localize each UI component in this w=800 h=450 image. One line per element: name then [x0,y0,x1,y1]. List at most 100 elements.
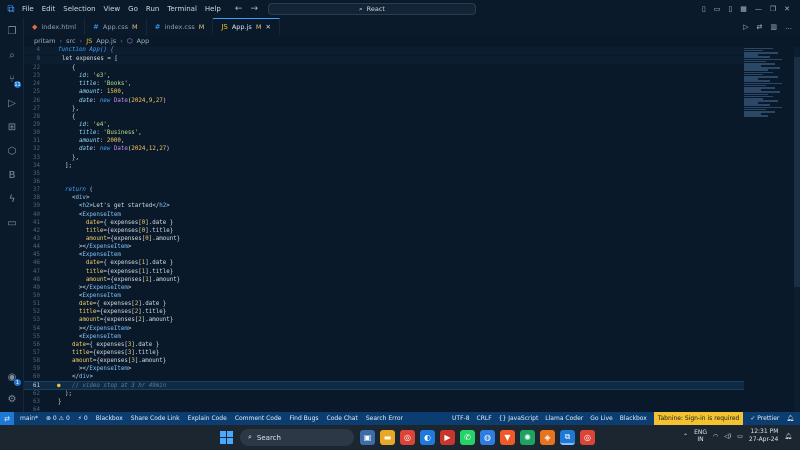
code-line[interactable]: 27 }, [24,105,744,113]
code-line[interactable]: 63} [24,398,744,406]
postman-icon[interactable]: ◈ [540,430,555,445]
task-view-icon[interactable]: ▣ [360,430,375,445]
code-line[interactable]: 59 ></ExpenseItem> [24,365,744,373]
problems-count[interactable]: ⊗ 0 ⚠ 0 [46,415,70,422]
code-line[interactable]: 40 <ExpenseItem [24,211,744,219]
code-line[interactable]: 26 date: new Date(2024,9,27) [24,97,744,105]
chevron-up-icon[interactable]: ⌃ [683,433,688,440]
code-line[interactable]: 47 title={expenses[1].title} [24,268,744,276]
code-line[interactable]: 24 title: 'Books', [24,80,744,88]
code-line[interactable]: 23 id: 'e3', [24,72,744,80]
notifications-bell-icon[interactable]: 🔔︎ [786,415,800,422]
ports-count[interactable]: ⚡ 0 [78,415,88,422]
lightning-icon[interactable]: ϟ [5,192,19,206]
search-error[interactable]: Search Error [366,415,403,422]
prettier-status[interactable]: ✓ Prettier [750,415,779,422]
chat-icon[interactable]: ▭ [5,216,19,230]
volume-icon[interactable]: ◁) [724,433,731,440]
llama-coder[interactable]: Llama Coder [545,415,583,422]
blackbox-icon[interactable]: B [5,168,19,182]
toggle-panel-icon[interactable]: ▭ [714,5,721,13]
code-line[interactable]: 60 </div> [24,373,744,381]
tab-app-js[interactable]: JS App.js M ✕ [213,18,280,35]
menu-file[interactable]: File [22,5,34,13]
run-debug-icon[interactable]: ▷ [5,96,19,110]
explain-code[interactable]: Explain Code [188,415,227,422]
vscode-taskbar-icon[interactable]: ⧉ [560,430,575,445]
code-line[interactable]: 57 title={expenses[3].title} [24,349,744,357]
minimap[interactable] [744,47,792,137]
camera-app-icon[interactable]: ▶ [440,430,455,445]
code-line[interactable]: 48 amount={expenses[1].amount} [24,276,744,284]
extensions-icon[interactable]: ⊞ [5,120,19,134]
editor-scrollbar[interactable] [794,47,800,412]
close-tab-icon[interactable]: ✕ [265,23,270,31]
comment-code[interactable]: Comment Code [235,415,282,422]
code-chat[interactable]: Code Chat [327,415,358,422]
code-line[interactable]: 38 <div> [24,194,744,202]
code-line[interactable]: 44 ></ExpenseItem> [24,243,744,251]
menu-view[interactable]: View [104,5,121,13]
code-line[interactable]: 45 <ExpenseItem [24,251,744,259]
code-line[interactable]: 33 }, [24,154,744,162]
notification-icon[interactable]: 🔔︎ [784,433,792,440]
back-arrow-icon[interactable]: ← [235,4,243,14]
breadcrumb-item[interactable]: pritam [34,37,55,45]
code-line[interactable]: 56 date={ expenses[3].date } [24,341,744,349]
remote-explorer-icon[interactable]: ⬡ [5,144,19,158]
chatgpt-icon[interactable]: ✺ [520,430,535,445]
tabnine-status[interactable]: Tabnine: Sign-in is required [653,412,744,425]
code-line[interactable]: 31 amount: 2000, [24,137,744,145]
blackbox-right[interactable]: Blackbox [620,415,647,422]
code-line[interactable]: 30 title: 'Business', [24,129,744,137]
whatsapp-icon[interactable]: ✆ [460,430,475,445]
vpn-icon[interactable]: ◍ [480,430,495,445]
forward-arrow-icon[interactable]: → [250,4,258,14]
customize-layout-icon[interactable]: ▦ [740,5,747,13]
share-code-link[interactable]: Share Code Link [131,415,180,422]
toggle-secondary-sidebar-icon[interactable]: ▯ [728,5,732,13]
tab-index-css[interactable]: # index.css M [147,18,214,35]
git-branch[interactable]: main* [20,415,38,422]
menu-help[interactable]: Help [205,5,221,13]
close-window-icon[interactable]: ✕ [784,5,790,13]
find-bugs[interactable]: Find Bugs [289,415,318,422]
menu-selection[interactable]: Selection [63,5,95,13]
code-line[interactable]: 61 // video stop at 3 hr 49min ● [24,381,744,390]
brave-icon[interactable]: ▼ [500,430,515,445]
minimize-icon[interactable]: — [755,5,762,13]
source-control-icon[interactable]: ⑂ 11 [5,72,21,88]
wifi-icon[interactable]: ◠ [713,433,718,440]
breadcrumb-item[interactable]: App [137,37,150,45]
sticky-scroll-line[interactable]: 4 function App() { [24,47,744,56]
chrome-icon[interactable]: ◎ [400,430,415,445]
language-indicator[interactable]: ENG IN [694,429,707,443]
code-line[interactable]: 53 amount={expenses[2].amount} [24,316,744,324]
breadcrumb-item[interactable]: src [66,37,76,45]
go-live[interactable]: Go Live [590,415,612,422]
toggle-sidebar-icon[interactable]: ▯ [702,5,706,13]
code-line[interactable]: 25 amount: 1500, [24,88,744,96]
code-line[interactable]: 55 <ExpenseItem [24,333,744,341]
split-editor-icon[interactable]: ▥ [770,23,777,31]
code-line[interactable]: 36 [24,178,744,186]
taskbar-search[interactable]: ⌕ Search [240,429,354,446]
blackbox-status[interactable]: Blackbox [96,415,123,422]
sticky-scroll-line[interactable]: 9 let expenses = [ [24,55,744,64]
menu-edit[interactable]: Edit [42,5,56,13]
tab-index-html[interactable]: ◆ index.html [24,18,86,35]
language-mode[interactable]: {} JavaScript [499,415,539,422]
scrollbar-thumb[interactable] [794,57,800,287]
settings-gear-icon[interactable]: ⚙ [5,392,19,406]
code-line[interactable]: 28 { [24,113,744,121]
compare-icon[interactable]: ⇄ [757,23,763,31]
code-line[interactable]: 43 amount={expenses[0].amount} [24,235,744,243]
file-explorer-icon[interactable]: ▬ [380,430,395,445]
code-line[interactable]: 22 { [24,64,744,72]
code-line[interactable]: 39 <h2>Let's get started</h2> [24,202,744,210]
code-line[interactable]: 58 amount={expenses[3].amount} [24,357,744,365]
code-line[interactable]: 34 ]; [24,162,744,170]
code-line[interactable]: 37 return ( [24,186,744,194]
code-line[interactable]: 29 id: 'e4', [24,121,744,129]
tab-app-css[interactable]: # App.css M [85,18,147,35]
